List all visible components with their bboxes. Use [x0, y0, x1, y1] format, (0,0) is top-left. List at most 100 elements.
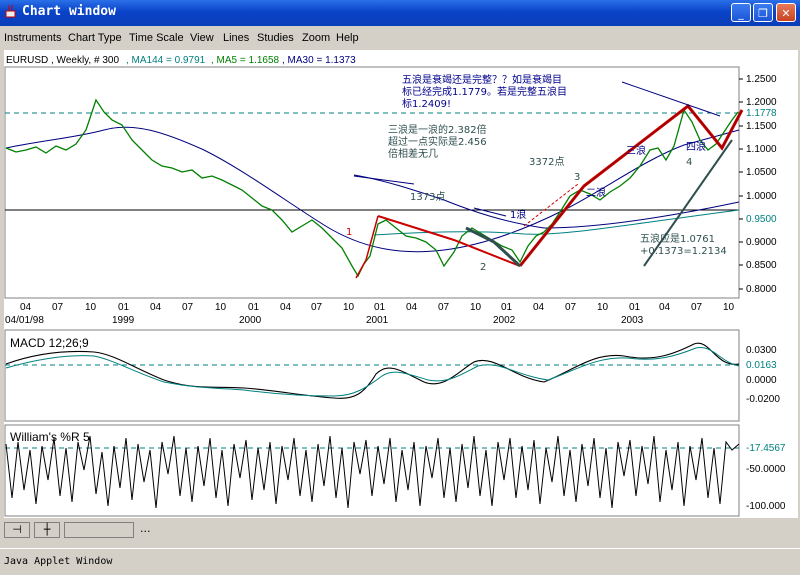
wave-number-3: 3 [574, 172, 580, 183]
close-button[interactable]: ✕ [776, 3, 796, 22]
x-year: 2003 [621, 315, 644, 326]
williams-tick: -50.0000 [746, 464, 786, 475]
annotation-wave2: 二浪 [586, 186, 606, 199]
macd-tick: 0.0300 [746, 345, 777, 356]
chart-area[interactable]: EURUSD , Weekly, # 300 , MA144 = 0.9791 … [4, 50, 798, 518]
maximize-button[interactable]: ❐ [753, 3, 773, 22]
price-tick: 1.1500 [746, 121, 777, 132]
x-month: 10 [85, 302, 97, 313]
chart-scrollbar[interactable] [64, 522, 134, 538]
price-axis: 1.2500 1.2000 1.1500 1.1000 1.0500 1.000… [739, 74, 777, 295]
title-bar: Chart window _ ❐ ✕ [0, 0, 800, 26]
annotation-wave3-ratio: 三浪是一浪的2.382倍 [388, 123, 487, 136]
price-tick: 1.0500 [746, 167, 777, 178]
macd-tick: 0.0163 [746, 360, 777, 371]
price-panel [4, 66, 740, 299]
x-month: 07 [691, 302, 703, 313]
restore-icon: ❐ [758, 7, 768, 20]
minimize-button[interactable]: _ [731, 3, 751, 22]
x-month: 07 [565, 302, 577, 313]
x-month: 10 [470, 302, 482, 313]
price-tick: 1.2500 [746, 74, 777, 85]
x-month: 01 [501, 302, 513, 313]
wave-number-2: 2 [480, 262, 486, 273]
williams-panel [4, 424, 740, 517]
close-icon: ✕ [781, 7, 791, 20]
annotation-wave3: 三浪 [626, 144, 646, 157]
x-month: 10 [215, 302, 227, 313]
window-title: Chart window [22, 4, 116, 19]
java-icon [5, 5, 16, 18]
x-year: 04/01/98 [5, 315, 44, 326]
x-month: 04 [280, 302, 292, 313]
x-month: 04 [20, 302, 32, 313]
macd-axis: 0.0300 0.0163 0.0000 -0.0200 [746, 345, 780, 405]
menu-bar: Instruments Chart Type Time Scale View L… [0, 29, 800, 49]
price-marker-upper: 1.1778 [746, 108, 777, 119]
annotation-wave5-target: +0.1373=1.2134 [640, 246, 727, 257]
menu-chart-type[interactable]: Chart Type [68, 32, 122, 44]
crosshair-tool-button[interactable]: ┼ [34, 522, 60, 538]
macd-panel [4, 329, 740, 422]
menu-time-scale[interactable]: Time Scale [129, 32, 184, 44]
x-month: 07 [52, 302, 64, 313]
annotation-wave-question: 五浪是衰竭还是完整？？如是衰竭目 [402, 73, 562, 86]
info-symbol: EURUSD , Weekly, # 300 [6, 55, 119, 66]
x-year: 2000 [239, 315, 262, 326]
more-indicator: ... [140, 522, 151, 535]
minimize-icon: _ [738, 7, 744, 20]
price-marker-lower: 0.9500 [746, 214, 777, 225]
price-tick: 0.9000 [746, 237, 777, 248]
x-month: 07 [311, 302, 323, 313]
annotation-3372: 3372点 [529, 156, 564, 168]
x-month: 04 [406, 302, 418, 313]
annotation-wave-question: 标1.2409! [402, 98, 451, 110]
williams-tick: -100.000 [746, 501, 786, 512]
x-year: 1999 [112, 315, 135, 326]
macd-tick: 0.0000 [746, 375, 777, 386]
menu-zoom[interactable]: Zoom [302, 32, 330, 44]
x-month: 10 [597, 302, 609, 313]
annotation-wave3-ratio: 超过一点实际是2.456 [388, 135, 487, 148]
x-month: 01 [248, 302, 260, 313]
status-bar: Java Applet Window [0, 548, 800, 575]
price-tick: 1.0000 [746, 191, 777, 202]
x-year: 2002 [493, 315, 516, 326]
status-text: Java Applet Window [4, 556, 113, 567]
pin-icon: ⊣ [12, 523, 22, 536]
annotation-wave5-target: 五浪应是1.0761 [640, 232, 715, 245]
williams-tick: -17.4567 [746, 443, 786, 454]
price-tick: 0.8500 [746, 260, 777, 271]
menu-lines[interactable]: Lines [223, 32, 249, 44]
menu-help[interactable]: Help [336, 32, 359, 44]
x-month: 10 [343, 302, 355, 313]
price-tick: 1.1000 [746, 144, 777, 155]
williams-label: William's %R 5 [10, 430, 90, 444]
wave-number-1: 1 [346, 227, 352, 238]
menu-instruments[interactable]: Instruments [4, 32, 61, 44]
annotation-wave3-ratio: 倍相差无几 [388, 147, 438, 160]
x-month: 04 [150, 302, 162, 313]
menu-view[interactable]: View [190, 32, 214, 44]
wave-number-4: 4 [686, 157, 692, 168]
x-axis: 04 07 10 01 04 07 10 01 04 07 10 01 04 0… [5, 302, 735, 326]
annotation-wave-question: 标已经完成1.1779。若是完整五浪目 [402, 85, 567, 98]
info-ma5: , MA5 = 1.1658 [211, 55, 280, 66]
x-month: 07 [438, 302, 450, 313]
x-year: 2001 [366, 315, 389, 326]
x-month: 04 [659, 302, 671, 313]
annotation-1373: 1373点 [410, 191, 445, 203]
x-month: 01 [629, 302, 641, 313]
crosshair-icon: ┼ [43, 523, 51, 536]
price-tick: 1.2000 [746, 97, 777, 108]
pan-tool-button[interactable]: ⊣ [4, 522, 30, 538]
macd-label: MACD 12;26;9 [10, 336, 89, 350]
info-ma30: , MA30 = 1.1373 [282, 55, 356, 66]
annotation-wave1: 1浪 [510, 208, 526, 221]
chart-canvas[interactable]: EURUSD , Weekly, # 300 , MA144 = 0.9791 … [4, 50, 798, 518]
info-ma144: , MA144 = 0.9791 [126, 55, 206, 66]
williams-axis: -17.4567 -50.0000 -100.000 [746, 443, 786, 512]
menu-studies[interactable]: Studies [257, 32, 294, 44]
x-month: 01 [118, 302, 130, 313]
macd-tick: -0.0200 [746, 394, 780, 405]
